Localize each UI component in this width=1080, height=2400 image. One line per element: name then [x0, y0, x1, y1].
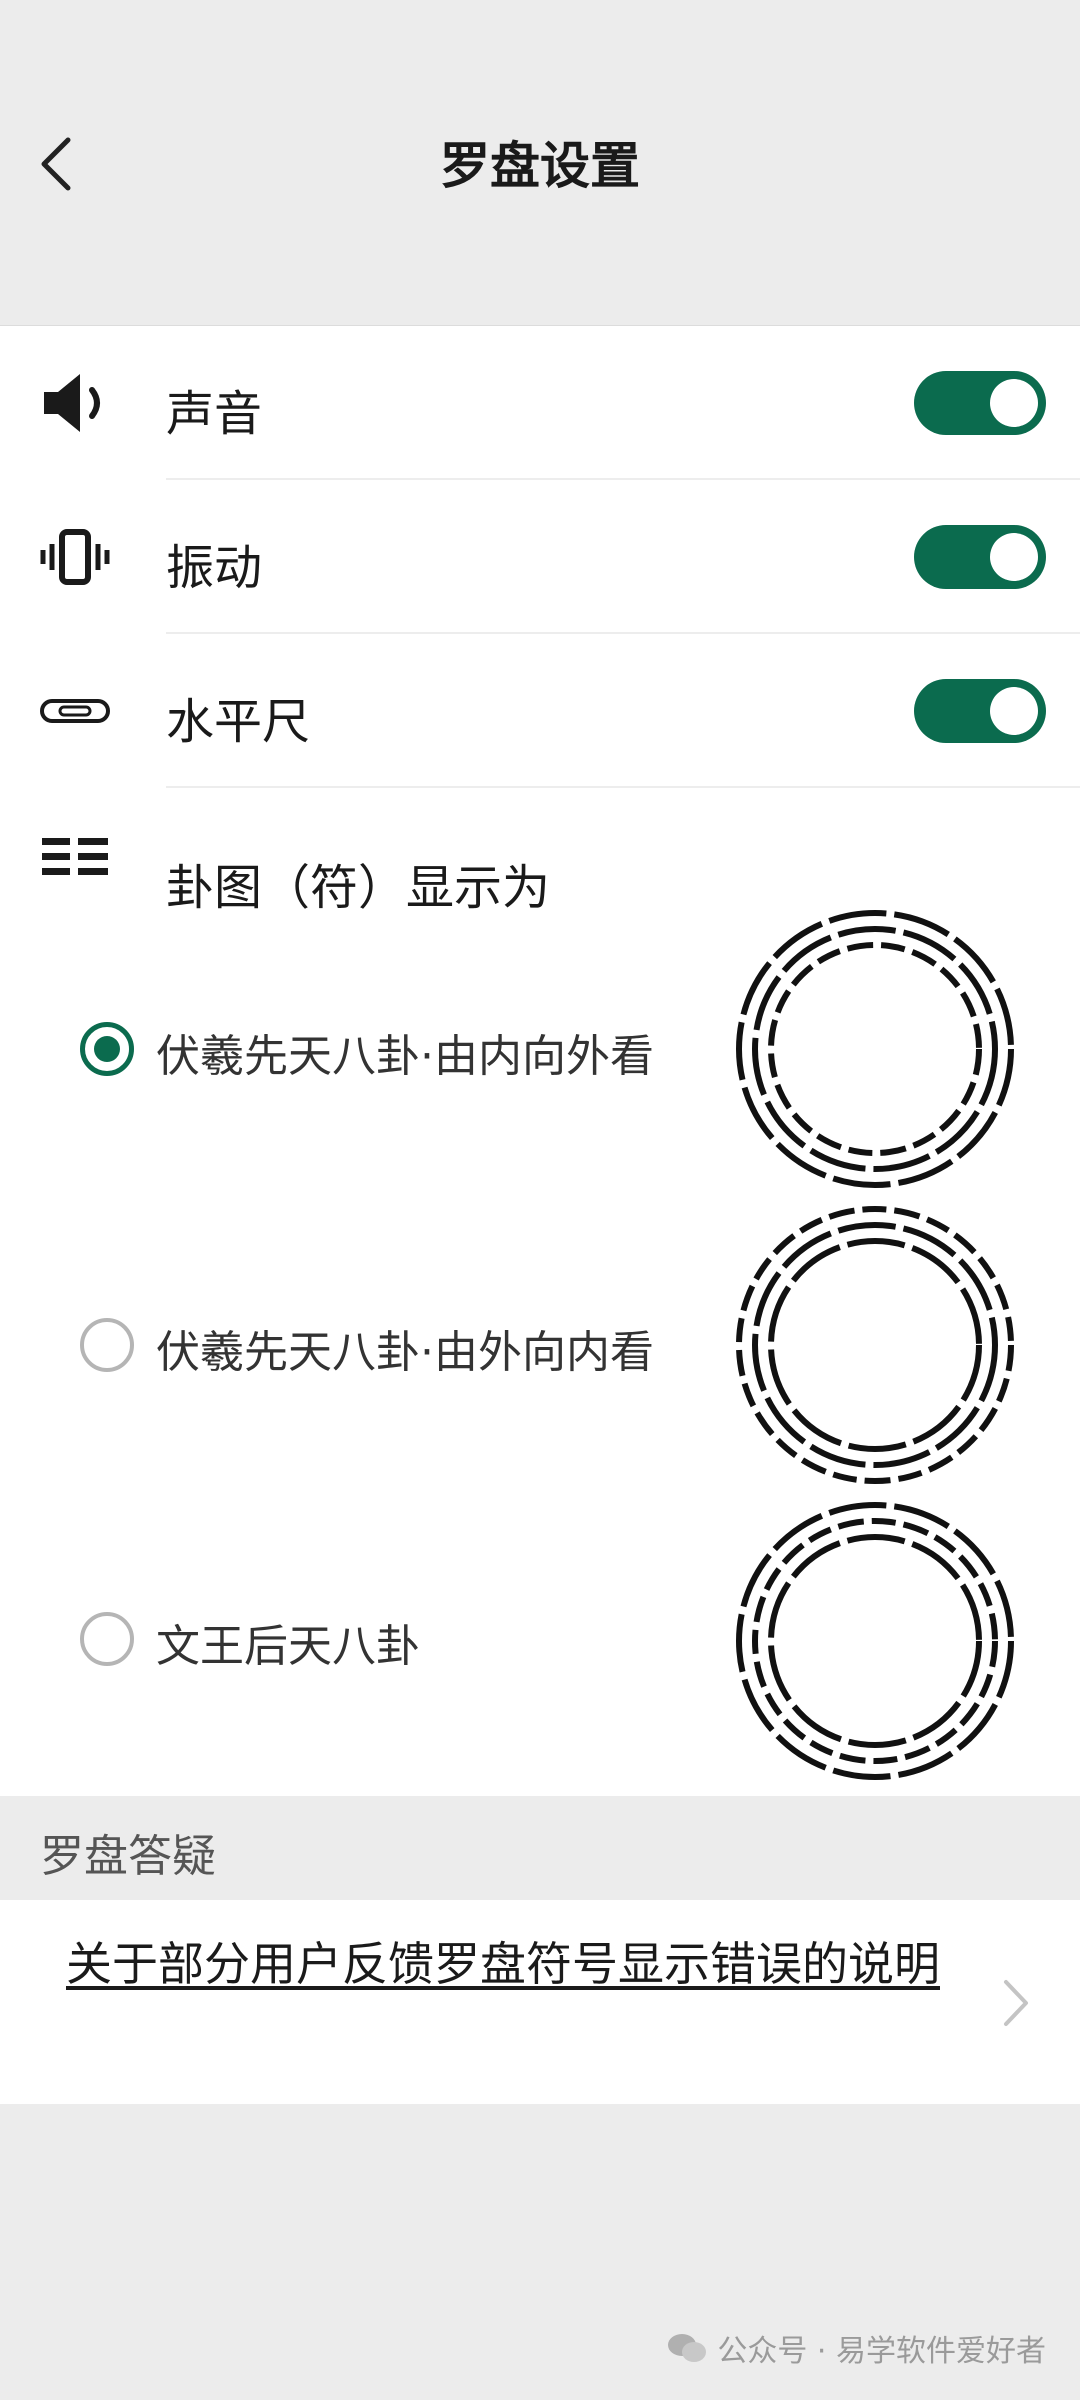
- option-label: 伏羲先天八卦·由内向外看: [156, 1031, 654, 1082]
- sound-label: 声音: [166, 386, 263, 442]
- trigram-option-fuxi-inner[interactable]: 伏羲先天八卦·由内向外看: [0, 904, 1080, 1194]
- radio-button[interactable]: [80, 1318, 134, 1372]
- level-label: 水平尺: [166, 694, 311, 750]
- toggle-knob: [990, 687, 1038, 735]
- toggle-knob: [990, 379, 1038, 427]
- faq-item[interactable]: 关于部分用户反馈罗盘符号显示错误的说明: [0, 1900, 1080, 2104]
- chevron-right-icon: [1004, 1980, 1028, 2026]
- trigram-option-wenwang[interactable]: 文王后天八卦: [0, 1496, 1080, 1786]
- sound-toggle[interactable]: [914, 371, 1046, 435]
- speaker-icon: [40, 368, 110, 438]
- bagua-ring-icon: [736, 1502, 1014, 1780]
- option-label: 伏羲先天八卦·由外向内看: [156, 1327, 654, 1378]
- option-label: 文王后天八卦: [156, 1621, 420, 1672]
- radio-button-selected[interactable]: [80, 1022, 134, 1076]
- level-icon: [40, 676, 110, 746]
- vibration-label: 振动: [166, 540, 263, 596]
- settings-panel: 声音 振动 水平尺 卦图（符）显示为 伏羲先天八卦·由内向外看 伏羲先天八卦·由…: [0, 326, 1080, 1796]
- faq-link[interactable]: 关于部分用户反馈罗盘符号显示错误的说明: [66, 1930, 1016, 1998]
- wechat-icon: [668, 2334, 707, 2362]
- bagua-ring-icon: [736, 910, 1014, 1188]
- radio-button[interactable]: [80, 1612, 134, 1666]
- header-bar: 罗盘设置: [0, 0, 1080, 326]
- list-icon: [40, 822, 110, 892]
- watermark-text: 公众号 · 易学软件爱好者: [717, 2334, 1046, 2369]
- vibration-setting-row: 振动: [0, 480, 1080, 634]
- watermark: 公众号 · 易学软件爱好者: [667, 2326, 1046, 2370]
- page-title: 罗盘设置: [440, 137, 640, 195]
- vibration-toggle[interactable]: [914, 525, 1046, 589]
- bagua-ring-icon: [736, 1206, 1014, 1484]
- toggle-knob: [990, 533, 1038, 581]
- trigram-option-fuxi-outer[interactable]: 伏羲先天八卦·由外向内看: [0, 1200, 1080, 1490]
- sound-setting-row: 声音: [0, 326, 1080, 480]
- faq-section-label: 罗盘答疑: [40, 1831, 216, 1882]
- vibrate-icon: [40, 522, 110, 592]
- level-toggle[interactable]: [914, 679, 1046, 743]
- level-setting-row: 水平尺: [0, 634, 1080, 788]
